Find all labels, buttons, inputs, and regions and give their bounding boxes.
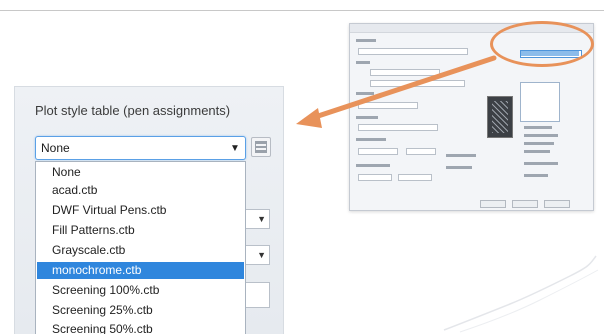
thumb-field bbox=[358, 124, 438, 131]
hidden-field-edge bbox=[246, 282, 270, 308]
chevron-down-icon: ▼ bbox=[257, 214, 266, 224]
dropdown-option[interactable]: Screening 50%.ctb bbox=[37, 321, 244, 334]
thumb-help-button bbox=[544, 200, 570, 208]
dropdown-option[interactable]: Screening 25%.ctb bbox=[37, 302, 244, 319]
thumb-line bbox=[446, 154, 476, 157]
thumb-line bbox=[524, 150, 550, 153]
thumb-field bbox=[358, 102, 418, 109]
thumb-ok-button bbox=[480, 200, 506, 208]
thumb-line bbox=[524, 174, 548, 177]
dropdown-option[interactable]: DWF Virtual Pens.ctb bbox=[37, 202, 244, 219]
top-divider bbox=[0, 10, 604, 11]
plot-style-dropdown-list[interactable]: None acad.ctb DWF Virtual Pens.ctb Fill … bbox=[35, 161, 246, 334]
dropdown-option[interactable]: Screening 100%.ctb bbox=[37, 282, 244, 299]
callout-ellipse bbox=[490, 21, 594, 67]
thumb-line bbox=[524, 134, 558, 137]
thumb-line bbox=[356, 116, 378, 119]
thumb-field bbox=[358, 148, 398, 155]
thumb-field bbox=[398, 174, 432, 181]
thumb-field bbox=[358, 48, 468, 55]
thumb-line bbox=[446, 166, 472, 169]
dropdown-option[interactable]: None bbox=[37, 164, 244, 181]
thumb-field bbox=[358, 174, 392, 181]
hidden-select-edge[interactable]: ▼ bbox=[246, 209, 270, 229]
thumb-cancel-button bbox=[512, 200, 538, 208]
plot-style-select[interactable]: None ▼ bbox=[35, 136, 246, 160]
dropdown-option-selected[interactable]: monochrome.ctb bbox=[37, 262, 244, 279]
thumb-field bbox=[370, 69, 440, 76]
thumb-line bbox=[356, 138, 386, 141]
select-value: None bbox=[41, 141, 70, 155]
thumb-line bbox=[524, 126, 552, 129]
edit-plot-style-button[interactable] bbox=[251, 137, 271, 157]
thumb-line bbox=[356, 92, 374, 95]
dropdown-option[interactable]: acad.ctb bbox=[37, 182, 244, 199]
thumb-line bbox=[356, 164, 390, 167]
dropdown-option[interactable]: Fill Patterns.ctb bbox=[37, 222, 244, 239]
thumb-line bbox=[524, 162, 558, 165]
thumb-field bbox=[370, 80, 465, 87]
hidden-select-edge[interactable]: ▼ bbox=[246, 245, 270, 265]
dropdown-option[interactable]: Grayscale.ctb bbox=[37, 242, 244, 259]
chevron-down-icon: ▼ bbox=[257, 250, 266, 260]
edit-table-icon bbox=[255, 141, 267, 153]
chevron-down-icon[interactable]: ▼ bbox=[226, 138, 244, 158]
thumb-line bbox=[356, 39, 376, 42]
watermark-scribble bbox=[443, 255, 599, 333]
thumb-line bbox=[356, 61, 370, 64]
thumb-dropdown-list bbox=[520, 82, 560, 122]
panel-title: Plot style table (pen assignments) bbox=[35, 103, 231, 118]
thumb-line bbox=[524, 142, 554, 145]
thumb-preview bbox=[487, 96, 513, 138]
plot-style-panel: Plot style table (pen assignments) None … bbox=[14, 86, 284, 334]
thumb-field bbox=[406, 148, 436, 155]
